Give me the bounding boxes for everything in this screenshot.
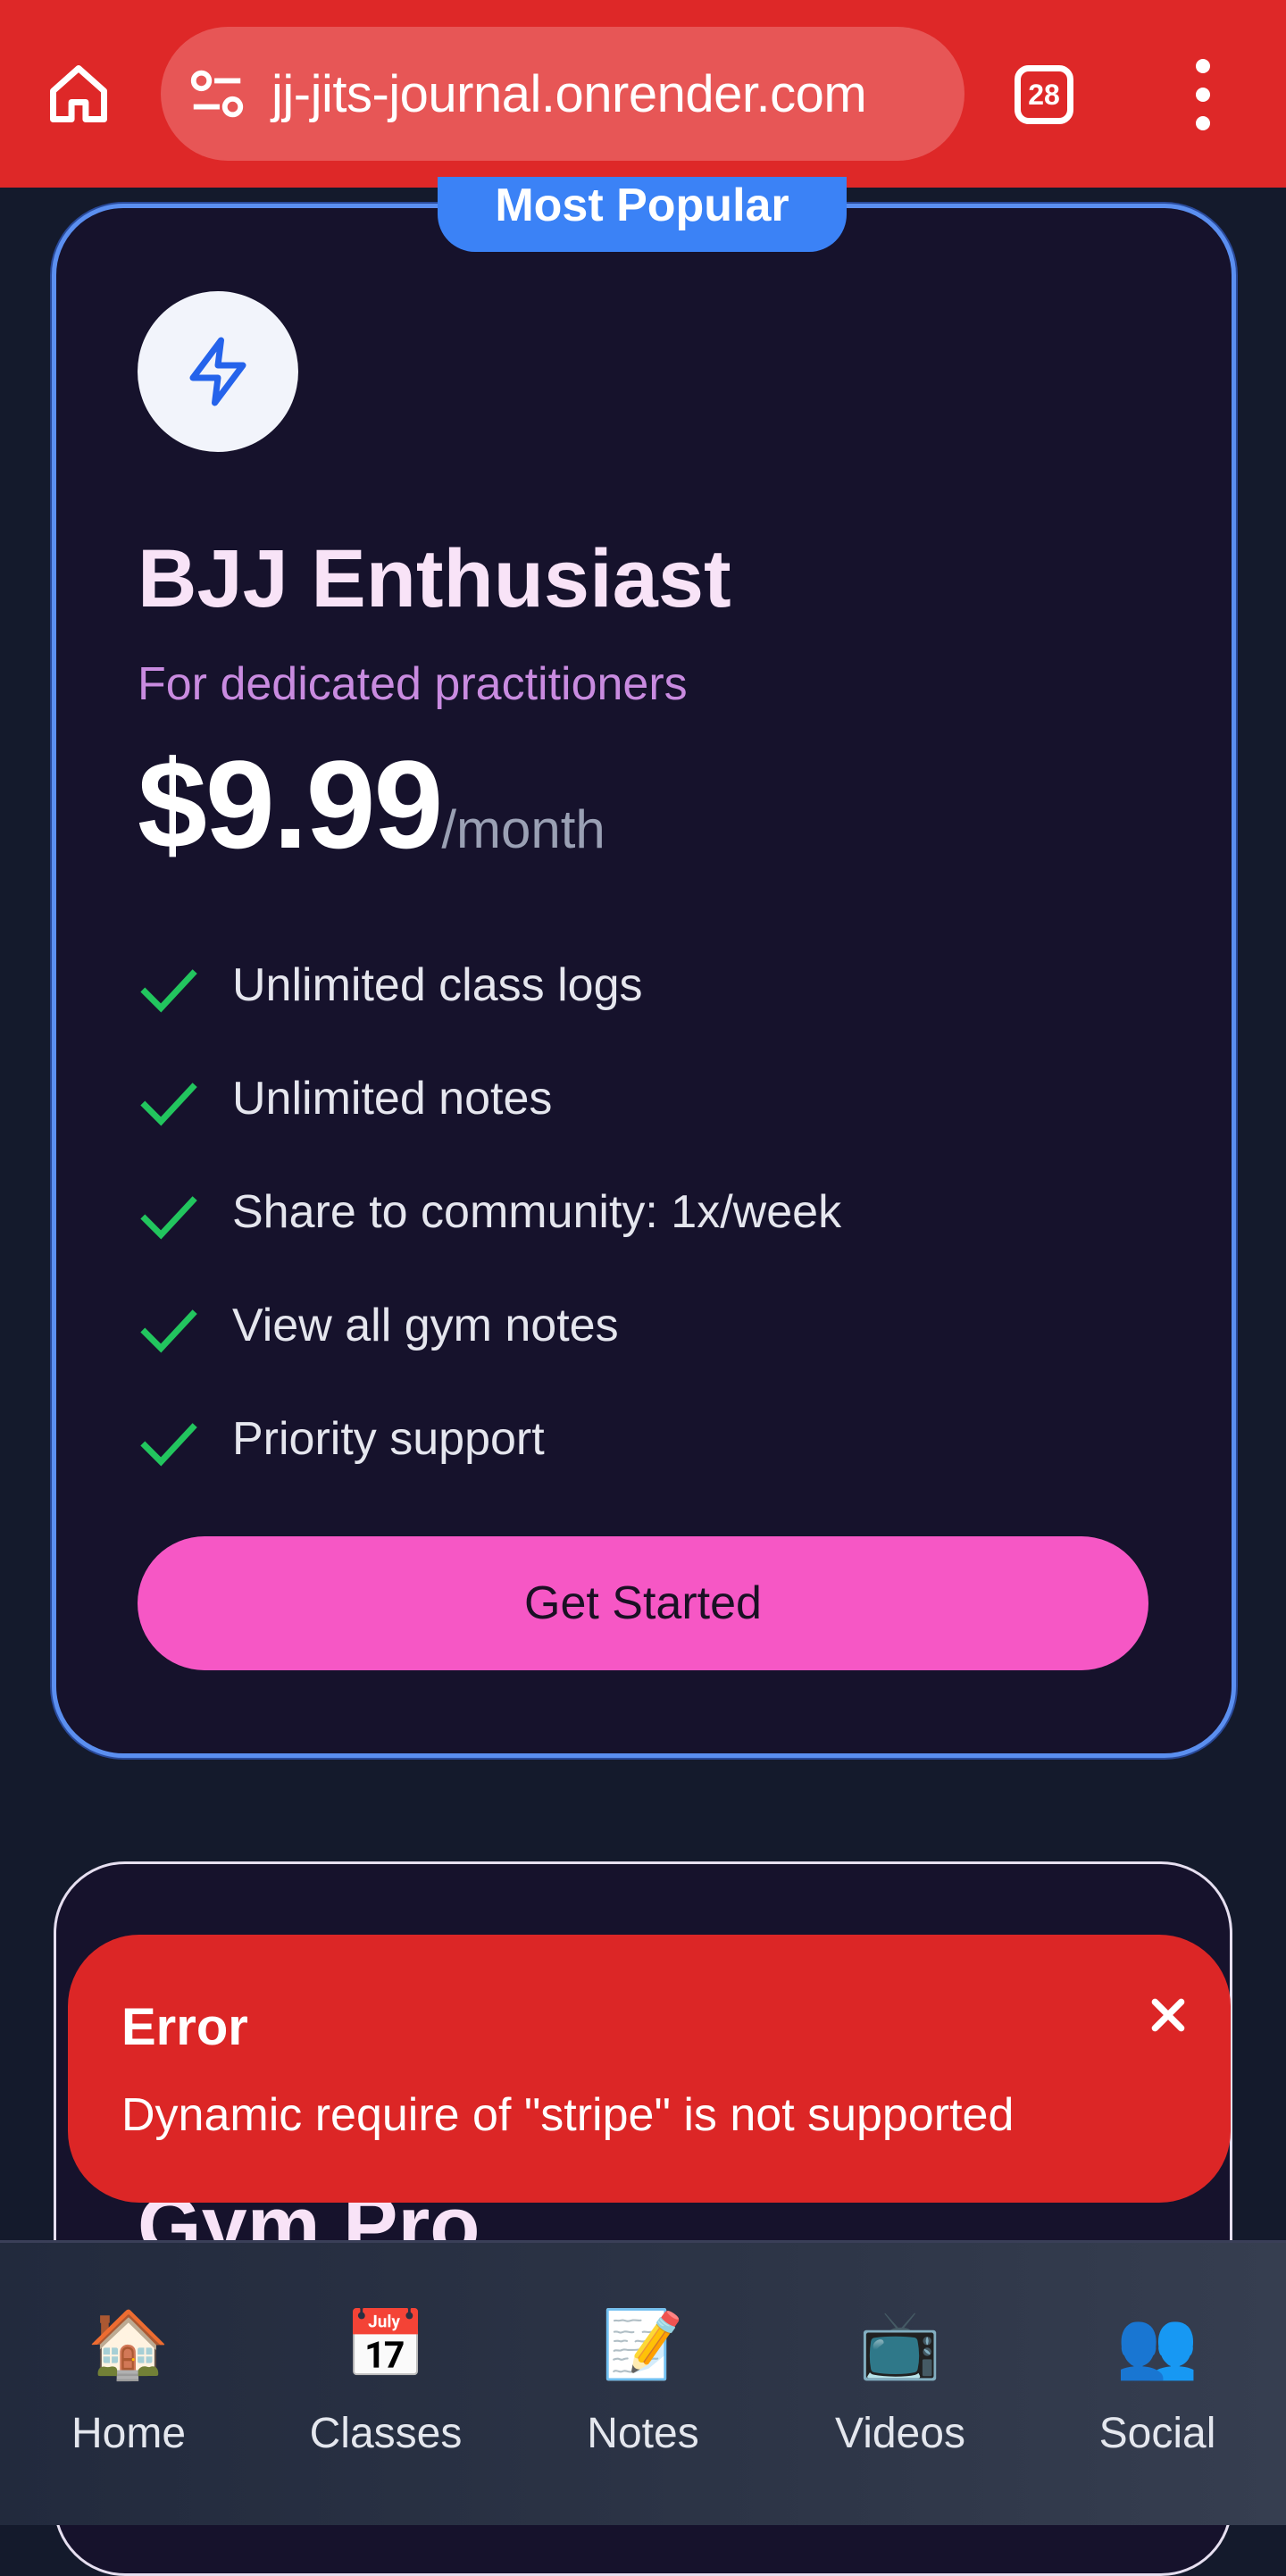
price-period: /month xyxy=(441,799,605,859)
memo-icon: 📝 xyxy=(601,2307,685,2381)
nav-item-videos[interactable]: 📺 Videos xyxy=(784,2243,1016,2475)
calendar-icon: 📅 xyxy=(344,2307,428,2381)
nav-label: Social xyxy=(1098,2410,1216,2457)
plan-icon-circle xyxy=(138,291,298,452)
feature-item: Share to community: 1x/week xyxy=(138,1174,841,1287)
nav-item-notes[interactable]: 📝 Notes xyxy=(527,2243,759,2475)
check-icon xyxy=(140,1423,197,1467)
most-popular-badge: Most Popular xyxy=(438,177,847,252)
nav-label: Classes xyxy=(309,2410,463,2457)
house-icon: 🏠 xyxy=(87,2307,171,2381)
home-icon[interactable] xyxy=(32,54,125,134)
toast-message: Dynamic require of "stripe" is not suppo… xyxy=(121,2089,1015,2141)
people-icon: 👥 xyxy=(1115,2307,1199,2381)
lightning-icon xyxy=(189,337,246,406)
feature-item: Unlimited class logs xyxy=(138,947,841,1060)
nav-item-classes[interactable]: 📅 Classes xyxy=(270,2243,502,2475)
nav-label: Videos xyxy=(835,2410,965,2457)
browser-toolbar: jj-jits-journal.onrender.com 28 xyxy=(0,0,1286,188)
bottom-nav: 🏠 Home 📅 Classes 📝 Notes 📺 Videos 👥 Soci… xyxy=(0,2240,1286,2525)
plan-price: $9.99/month xyxy=(138,732,605,877)
url-text: jj-jits-journal.onrender.com xyxy=(271,64,867,123)
address-bar[interactable]: jj-jits-journal.onrender.com xyxy=(161,27,964,161)
check-icon xyxy=(140,1309,197,1353)
nav-label: Home xyxy=(71,2410,187,2457)
check-icon xyxy=(140,1083,197,1126)
check-icon xyxy=(140,969,197,1013)
get-started-button[interactable]: Get Started xyxy=(138,1536,1148,1670)
check-icon xyxy=(140,1196,197,1240)
nav-label: Notes xyxy=(587,2410,699,2457)
toast-title: Error xyxy=(121,1998,248,2056)
feature-item: View all gym notes xyxy=(138,1287,841,1401)
price-amount: $9.99 xyxy=(138,734,443,874)
tab-count: 28 xyxy=(1028,78,1060,111)
feature-item: Priority support xyxy=(138,1401,841,1514)
feature-item: Unlimited notes xyxy=(138,1060,841,1174)
television-icon: 📺 xyxy=(858,2307,942,2381)
close-icon[interactable] xyxy=(1136,1983,1200,2047)
plan-tagline: For dedicated practitioners xyxy=(138,658,688,710)
plan-name: BJJ Enthusiast xyxy=(138,533,731,624)
nav-item-home[interactable]: 🏠 Home xyxy=(13,2243,245,2475)
nav-item-social[interactable]: 👥 Social xyxy=(1041,2243,1273,2475)
feature-list: Unlimited class logs Unlimited notes Sha… xyxy=(138,947,841,1514)
error-toast: Error Dynamic require of "stripe" is not… xyxy=(68,1935,1231,2203)
site-settings-icon[interactable] xyxy=(186,63,248,125)
more-menu-icon[interactable] xyxy=(1181,59,1225,130)
tab-switcher-button[interactable]: 28 xyxy=(1015,65,1073,124)
